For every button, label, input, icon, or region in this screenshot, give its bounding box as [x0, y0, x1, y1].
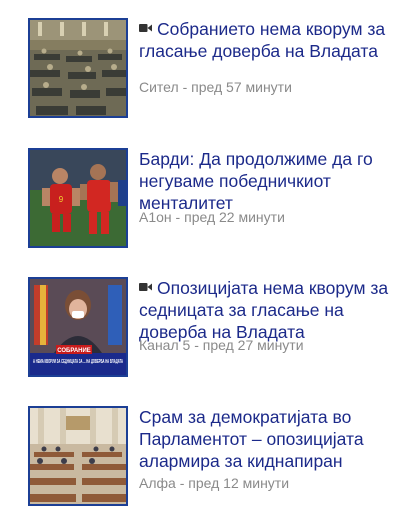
news-title[interactable]: Срам за демократијата во Парламентот – о…: [139, 406, 389, 472]
video-camera-icon: [139, 24, 152, 32]
meta-separator: -: [190, 337, 203, 353]
news-meta: Алфа - пред 12 минути: [139, 474, 389, 492]
news-meta: А1он - пред 22 минути: [139, 208, 389, 226]
news-title[interactable]: Опозицијата нема кворум за седницата за …: [139, 277, 389, 343]
football-players-image: 9: [30, 150, 126, 246]
video-camera-icon: [139, 283, 152, 291]
news-source: Канал 5: [139, 337, 191, 353]
news-title-text[interactable]: Собранието нема кворум за гласање доверб…: [139, 19, 385, 61]
news-title-text[interactable]: Срам за демократијата во Парламентот – о…: [139, 407, 364, 472]
news-title-text[interactable]: Барди: Да продолжиме да го негуваме побе…: [139, 149, 373, 213]
news-source: Сител: [139, 79, 179, 95]
thumb-caption: А НЕМА КВОРУМ ЗА СЕДНИЦАТА ЗА ... НА ДОВ…: [33, 359, 123, 365]
meta-separator: -: [175, 475, 189, 491]
news-time: пред 22 минути: [184, 209, 285, 225]
news-thumbnail[interactable]: [28, 18, 128, 118]
news-item[interactable]: Срам за демократијата во Парламентот – о…: [0, 406, 400, 511]
news-item[interactable]: Собранието нема кворум за гласање доверб…: [0, 18, 400, 123]
news-thumbnail[interactable]: СОБРАНИЕ А НЕМА КВОРУМ ЗА СЕДНИЦАТА ЗА .…: [28, 277, 128, 377]
news-time: пред 12 минути: [188, 475, 290, 491]
news-time: пред 57 минути: [191, 79, 292, 95]
news-source: А1он: [139, 209, 172, 225]
news-title[interactable]: Собранието нема кворум за гласање доверб…: [139, 18, 389, 62]
thumb-caption-badge: СОБРАНИЕ: [57, 348, 91, 354]
news-meta: Сител - пред 57 минути: [139, 78, 389, 96]
news-meta: Канал 5 - пред 27 минути: [139, 336, 389, 354]
meta-separator: -: [171, 209, 185, 225]
news-thumbnail[interactable]: [28, 406, 128, 506]
news-item[interactable]: СОБРАНИЕ А НЕМА КВОРУМ ЗА СЕДНИЦАТА ЗА .…: [0, 277, 400, 382]
news-thumbnail[interactable]: 9: [28, 148, 128, 248]
news-title[interactable]: Барди: Да продолжиме да го негуваме побе…: [139, 148, 389, 214]
parliament-hall-image: [30, 408, 126, 504]
news-source: Алфа: [139, 475, 176, 491]
tv-broadcast-image: СОБРАНИЕ А НЕМА КВОРУМ ЗА СЕДНИЦАТА ЗА .…: [30, 279, 126, 375]
news-time: пред 27 минути: [202, 337, 304, 353]
news-title-text[interactable]: Опозицијата нема кворум за седницата за …: [139, 278, 388, 342]
meta-separator: -: [178, 79, 192, 95]
news-item[interactable]: 9 Барди: Да продолжиме да го негуваме по…: [0, 148, 400, 253]
parliament-session-image: [30, 20, 126, 116]
svg-text:9: 9: [59, 195, 64, 204]
